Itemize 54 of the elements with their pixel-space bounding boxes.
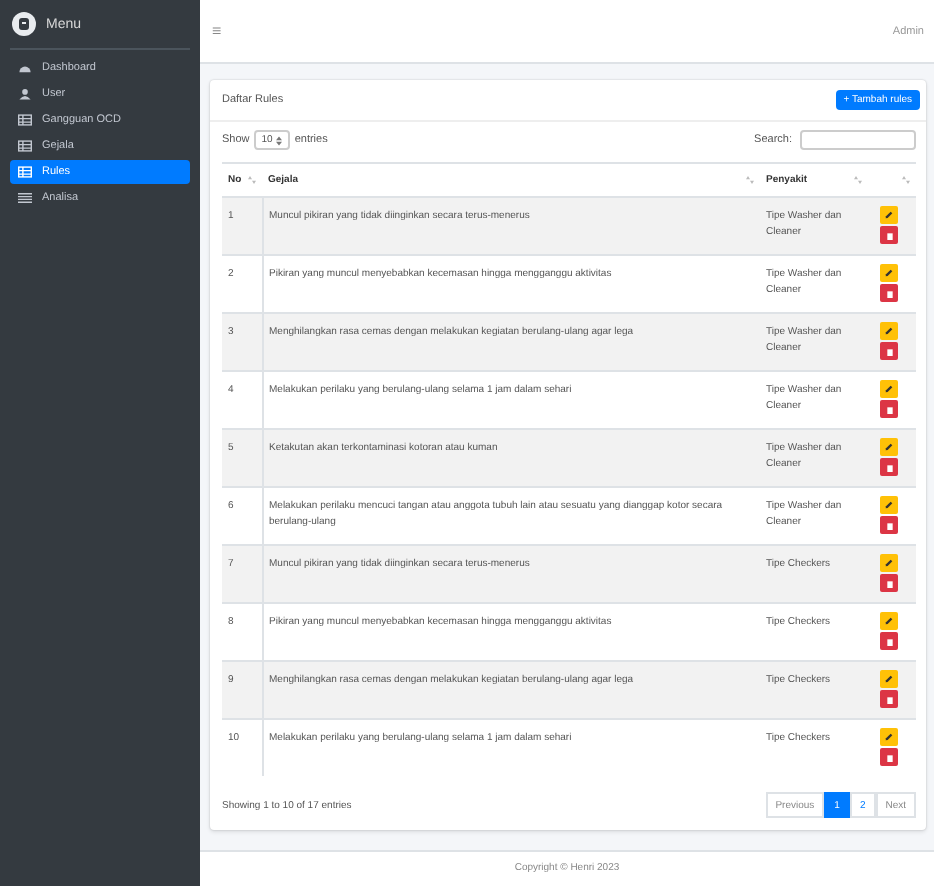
sort-icon: [854, 176, 862, 184]
delete-button[interactable]: [880, 342, 898, 360]
delete-button[interactable]: [880, 574, 898, 592]
table-icon: [18, 114, 32, 126]
pencil-icon: [884, 210, 894, 220]
edit-button[interactable]: [880, 322, 898, 340]
pencil-icon: [884, 268, 894, 278]
delete-button[interactable]: [880, 400, 898, 418]
sort-icon: [902, 176, 910, 184]
sort-icon: [746, 176, 754, 184]
trash-icon: [885, 289, 893, 297]
trash-icon: [885, 521, 893, 529]
updown-arrow-icon: [276, 135, 283, 145]
search-field[interactable]: [800, 130, 916, 150]
delete-button[interactable]: [880, 458, 898, 476]
menu-button[interactable]: ≡: [212, 22, 222, 40]
pencil-icon: [884, 674, 894, 684]
users-icon: [18, 88, 32, 100]
delete-button[interactable]: [880, 284, 898, 302]
edit-button[interactable]: [880, 206, 898, 224]
trash-icon: [885, 347, 893, 355]
edit-button[interactable]: [880, 612, 898, 630]
table-icon: [18, 140, 32, 152]
logo-icon: [12, 12, 36, 36]
edit-button[interactable]: [880, 496, 898, 514]
delete-button[interactable]: [880, 748, 898, 766]
trash-icon: [885, 405, 893, 413]
edit-button[interactable]: [880, 264, 898, 282]
gauge-icon: [18, 62, 32, 74]
pencil-icon: [884, 384, 894, 394]
edit-button[interactable]: [880, 380, 898, 398]
trash-icon: [885, 637, 893, 645]
pencil-icon: [884, 326, 894, 336]
pencil-icon: [884, 732, 894, 742]
edit-button[interactable]: [880, 670, 898, 688]
trash-icon: [885, 695, 893, 703]
trash-icon: [885, 579, 893, 587]
pencil-icon: [884, 442, 894, 452]
trash-icon: [885, 463, 893, 471]
delete-button[interactable]: [880, 516, 898, 534]
pencil-icon: [884, 616, 894, 626]
delete-button[interactable]: [880, 690, 898, 708]
edit-button[interactable]: [880, 728, 898, 746]
trash-icon: [885, 753, 893, 761]
edit-button[interactable]: [880, 554, 898, 572]
pencil-icon: [884, 558, 894, 568]
table-icon: [18, 166, 32, 178]
delete-button[interactable]: [880, 632, 898, 650]
sort-icon: [248, 176, 256, 184]
list-icon: [18, 192, 32, 204]
pencil-icon: [884, 500, 894, 510]
delete-button[interactable]: [880, 226, 898, 244]
trash-icon: [885, 231, 893, 239]
edit-button[interactable]: [880, 438, 898, 456]
